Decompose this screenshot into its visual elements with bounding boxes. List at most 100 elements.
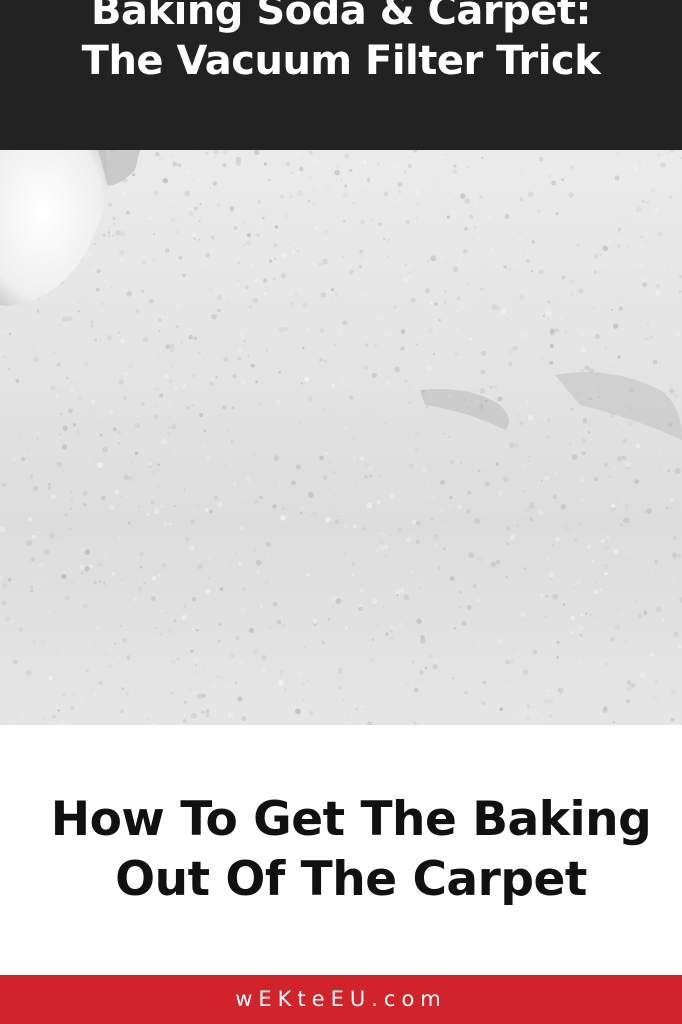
powder-speck — [168, 522, 172, 525]
powder-speck — [385, 632, 389, 636]
powder-speck — [307, 396, 313, 402]
powder-speck — [338, 331, 342, 335]
powder-speck — [355, 482, 358, 485]
powder-speck — [628, 656, 632, 660]
powder-speck — [541, 572, 544, 574]
powder-speck — [586, 689, 590, 693]
powder-speck — [538, 269, 544, 275]
powder-speck — [268, 626, 271, 629]
powder-speck — [371, 372, 377, 378]
powder-speck — [185, 537, 190, 542]
powder-speck — [313, 646, 315, 649]
powder-speck — [515, 430, 518, 433]
powder-speck — [70, 490, 73, 493]
powder-speck — [280, 273, 287, 279]
powder-speck — [458, 355, 463, 360]
powder-speck — [268, 179, 271, 181]
powder-speck — [637, 545, 640, 547]
powder-speck — [533, 650, 538, 654]
powder-speck — [378, 475, 381, 478]
powder-speck — [229, 206, 234, 211]
powder-speck — [274, 225, 279, 229]
powder-speck — [112, 234, 115, 237]
powder-speck — [604, 346, 608, 350]
powder-speck — [413, 353, 419, 358]
powder-speck — [443, 373, 450, 380]
powder-speck — [344, 153, 350, 159]
powder-speck — [10, 534, 13, 536]
powder-speck — [120, 577, 125, 582]
powder-speck — [44, 717, 46, 719]
powder-speck — [625, 461, 632, 468]
powder-speck — [279, 673, 284, 678]
powder-speck — [587, 545, 591, 549]
powder-speck — [544, 615, 548, 619]
powder-speck — [205, 252, 210, 258]
powder-speck — [334, 519, 340, 525]
powder-speck — [362, 385, 368, 391]
powder-speck — [640, 585, 643, 588]
powder-speck — [147, 462, 152, 467]
powder-speck — [99, 338, 102, 341]
powder-speck — [15, 378, 20, 383]
powder-speck — [245, 239, 252, 246]
powder-speck — [216, 675, 220, 678]
powder-speck — [62, 425, 68, 431]
powder-speck — [540, 593, 544, 597]
powder-speck — [359, 265, 363, 269]
powder-speck — [467, 490, 472, 495]
powder-speck — [302, 302, 308, 309]
powder-speck — [322, 408, 325, 411]
powder-speck — [123, 648, 126, 651]
powder-speck — [416, 548, 419, 551]
powder-speck — [625, 504, 628, 507]
powder-speck — [670, 495, 675, 501]
powder-speck — [192, 691, 198, 696]
powder-speck — [563, 251, 566, 255]
powder-speck — [378, 222, 383, 227]
powder-speck — [180, 341, 183, 344]
powder-speck — [481, 351, 487, 356]
powder-speck — [261, 655, 267, 661]
powder-speck — [137, 589, 143, 594]
powder-speck — [658, 451, 663, 456]
powder-speck — [433, 534, 439, 540]
powder-speck — [415, 343, 418, 346]
powder-speck — [673, 631, 679, 637]
powder-speck — [296, 250, 300, 253]
powder-speck — [666, 250, 671, 255]
powder-speck — [158, 552, 161, 555]
powder-speck — [36, 437, 39, 440]
powder-speck — [157, 318, 162, 323]
powder-speck — [138, 330, 144, 335]
powder-speck — [393, 305, 398, 310]
powder-speck — [358, 254, 364, 260]
powder-speck — [309, 710, 314, 716]
powder-speck — [151, 258, 155, 262]
powder-speck — [7, 577, 12, 582]
powder-speck — [12, 720, 14, 723]
powder-speck — [32, 642, 36, 646]
powder-speck — [605, 536, 610, 541]
powder-speck — [564, 330, 568, 335]
powder-speck — [576, 243, 580, 248]
powder-speck — [0, 424, 4, 428]
powder-speck — [398, 622, 403, 627]
powder-speck — [319, 327, 325, 333]
powder-speck — [238, 561, 243, 566]
powder-speck — [255, 225, 262, 231]
powder-speck — [194, 664, 198, 667]
powder-speck — [181, 614, 187, 621]
footer-site-link[interactable]: wEKteEU.com — [0, 975, 682, 1024]
powder-speck — [69, 528, 72, 531]
powder-speck — [579, 522, 583, 526]
powder-speck — [312, 158, 318, 165]
powder-speck — [481, 700, 486, 706]
powder-speck — [545, 689, 549, 692]
powder-speck — [27, 516, 33, 522]
powder-speck — [485, 510, 488, 514]
powder-speck — [444, 259, 450, 265]
powder-speck — [344, 390, 349, 395]
powder-speck — [490, 561, 497, 568]
powder-speck — [31, 582, 33, 585]
